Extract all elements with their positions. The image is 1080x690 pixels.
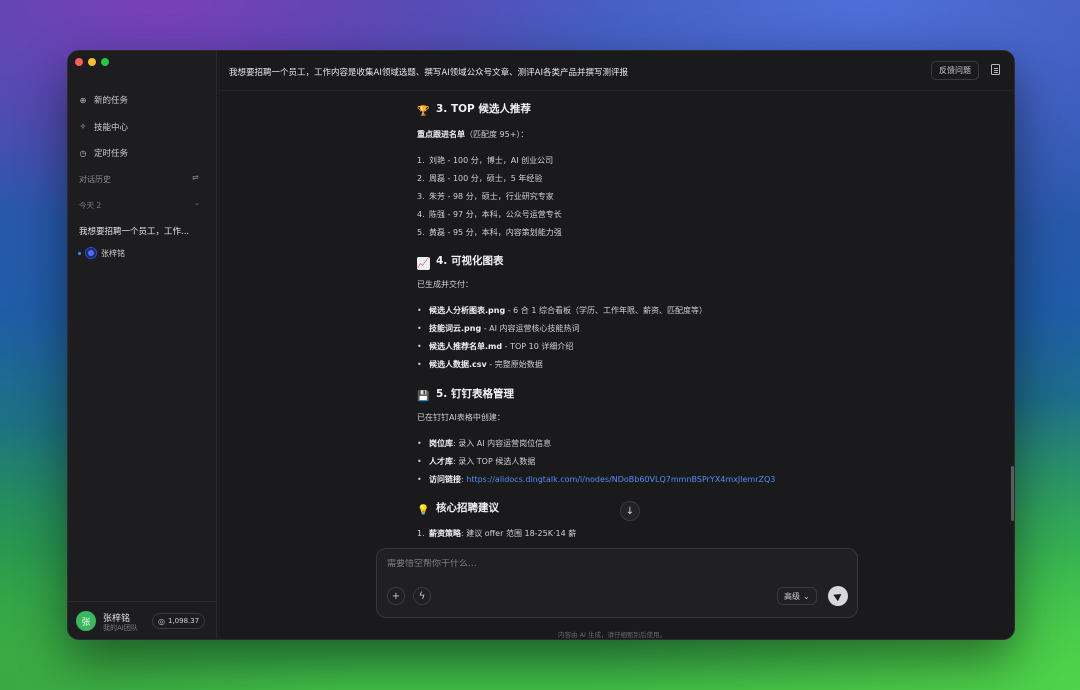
list-item: 3. 朱芳 - 98 分，硕士，行业研究专家	[417, 192, 554, 201]
section-heading: 💡 核心招聘建议	[417, 502, 499, 516]
app-window: ⊕ 新的任务 ✧ 技能中心 ◷ 定时任务 对话历史 ⇌ 今天 2 ⌄ 我想要招聘…	[67, 50, 1015, 640]
window-controls	[75, 58, 109, 66]
filter-icon[interactable]: ⇌	[192, 173, 199, 182]
dingtalk-link[interactable]: https://alidocs.dingtalk.com/i/nodes/NDo…	[466, 475, 775, 484]
sidebar: ⊕ 新的任务 ✧ 技能中心 ◷ 定时任务 对话历史 ⇌ 今天 2 ⌄ 我想要招聘…	[68, 51, 217, 639]
floppy-disk-icon: 💾	[417, 391, 430, 402]
lightbulb-icon: 💡	[417, 505, 430, 516]
minimize-window-button[interactable]	[88, 58, 96, 66]
scrollbar[interactable]	[1011, 466, 1014, 521]
paragraph: 已在钉钉AI表格中创建：	[417, 413, 505, 422]
avatar: 张	[76, 611, 96, 631]
chart-up-icon: 📈	[417, 257, 430, 270]
list-item: 1. 薪资策略: 建议 offer 范围 18-25K·14 薪	[417, 529, 577, 538]
section-heading: 💾 5. 钉钉表格管理	[417, 388, 514, 402]
list-item: • 候选人分析图表.png - 6 合 1 综合看板（学历、工作年限、薪资、匹配度…	[417, 306, 707, 315]
list-item: • 人才库: 录入 TOP 候选人数据	[417, 457, 536, 466]
feedback-button[interactable]: 反馈问题	[931, 61, 979, 80]
chevron-down-icon: ⌄	[803, 591, 810, 601]
clock-icon: ◷	[79, 148, 87, 158]
paragraph: 重点跟进名单（匹配度 95+）：	[417, 130, 529, 139]
sidebar-nav: ⊕ 新的任务 ✧ 技能中心 ◷ 定时任务	[78, 87, 208, 167]
paragraph: 已生成并交付：	[417, 280, 473, 289]
plus-circle-icon: ⊕	[79, 95, 87, 105]
chevron-down-icon[interactable]: ⌄	[194, 199, 200, 207]
list-item: • 岗位库: 录入 AI 内容运营岗位信息	[417, 439, 552, 448]
message-input[interactable]	[387, 559, 827, 569]
composer: + ϟ 高级 ⌄	[376, 548, 858, 618]
conversation-item[interactable]: 我想要招聘一个员工，工作...	[79, 225, 205, 237]
sub-item-label: 张梓铭	[101, 248, 125, 258]
main-panel: 我想要招聘一个员工，工作内容是收集AI领域选题、撰写AI领域公众号文章、测评AI…	[218, 51, 1014, 639]
list-item: • 技能词云.png - AI 内容运营核心技能热词	[417, 324, 580, 333]
today-group-label: 今天 2	[79, 201, 102, 210]
list-item: 1. 刘艳 - 100 分，博士，AI 创业公司	[417, 156, 554, 165]
section-heading: 📈 4. 可视化图表	[417, 255, 504, 270]
sidebar-item-skills[interactable]: ✧ 技能中心	[78, 114, 208, 141]
credits-value: 1,098.37	[167, 617, 200, 625]
credits-badge[interactable]: ◎ 1,098.37	[152, 613, 206, 629]
sidebar-item-label: 定时任务	[94, 149, 129, 160]
active-dot-icon	[78, 251, 81, 255]
conversation-sub-item[interactable]: 张梓铭	[78, 247, 125, 259]
lightning-icon[interactable]: ϟ	[413, 587, 431, 605]
header: 我想要招聘一个员工，工作内容是收集AI领域选题、撰写AI领域公众号文章、测评AI…	[218, 51, 1014, 91]
list-item: 5. 黄磊 - 95 分，本科，内容策划能力强	[417, 228, 562, 237]
agent-avatar-icon	[85, 247, 97, 259]
document-icon[interactable]	[991, 64, 1000, 75]
close-window-button[interactable]	[75, 58, 83, 66]
page-title: 我想要招聘一个员工，工作内容是收集AI领域选题、撰写AI领域公众号文章、测评AI…	[229, 68, 628, 78]
coin-icon: ◎	[158, 616, 165, 626]
list-item: • 访问链接: https://alidocs.dingtalk.com/i/no…	[417, 475, 776, 484]
sidebar-item-label: 新的任务	[94, 96, 129, 107]
list-item: • 候选人推荐名单.md - TOP 10 详细介绍	[417, 342, 574, 351]
zoom-window-button[interactable]	[101, 58, 109, 66]
send-icon	[832, 590, 844, 602]
history-title: 对话历史	[79, 175, 111, 184]
sparkle-icon: ✧	[79, 122, 87, 132]
sidebar-item-scheduled[interactable]: ◷ 定时任务	[78, 140, 208, 167]
sidebar-item-new-task[interactable]: ⊕ 新的任务	[78, 87, 208, 114]
mode-select[interactable]: 高级 ⌄	[777, 587, 817, 605]
trophy-icon: 🏆	[417, 106, 430, 117]
list-item: • 候选人数据.csv - 完整原始数据	[417, 360, 543, 369]
ai-disclaimer: 内容由 AI 生成，请仔细甄别后使用。	[558, 631, 666, 639]
add-attachment-button[interactable]: +	[387, 587, 405, 605]
sidebar-item-label: 技能中心	[94, 122, 129, 133]
user-team: 我的AI团队	[103, 624, 138, 632]
send-button[interactable]	[828, 586, 848, 606]
list-item: 4. 陈强 - 97 分，本科，公众号运营专长	[417, 210, 562, 219]
user-profile[interactable]: 张 张梓铭 我的AI团队 ◎ 1,098.37	[68, 601, 217, 639]
section-heading: 🏆 3. TOP 候选人推荐	[417, 103, 531, 117]
list-item: 2. 周磊 - 100 分，硕士，5 年经验	[417, 174, 543, 183]
mode-label: 高级	[784, 591, 800, 601]
scroll-to-bottom-button[interactable]: ↓	[620, 501, 640, 521]
